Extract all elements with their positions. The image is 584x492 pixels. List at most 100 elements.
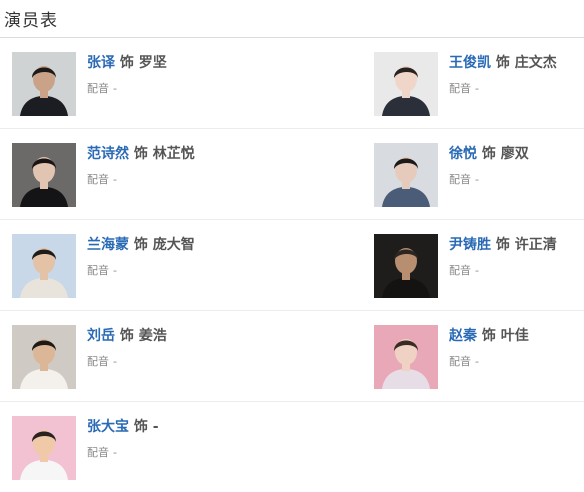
- plays-label: 饰: [119, 328, 134, 344]
- cast-item: 尹铸胜 饰 许正清 配音 -: [362, 220, 584, 310]
- dubbing-value: -: [475, 264, 479, 277]
- actor-role-line: 张大宝 饰 -: [87, 418, 159, 436]
- actor-role-line: 尹铸胜 饰 许正清: [449, 236, 557, 254]
- dubbing-value: -: [113, 82, 117, 95]
- actor-role-line: 刘岳 饰 姜浩: [87, 327, 167, 345]
- dubbing-label: 配音: [449, 82, 471, 95]
- dubbing-line: 配音 -: [87, 171, 195, 187]
- plays-label: 饰: [495, 55, 510, 71]
- dubbing-line: 配音 -: [87, 80, 167, 96]
- dubbing-value: -: [475, 173, 479, 186]
- actor-role-line: 王俊凯 饰 庄文杰: [449, 54, 557, 72]
- cast-row: 张大宝 饰 - 配音 -: [0, 402, 584, 492]
- cast-item: 刘岳 饰 姜浩 配音 -: [0, 311, 292, 401]
- role-name: 廖双: [500, 146, 529, 162]
- actor-portrait-icon: [374, 325, 438, 389]
- actor-role-line: 赵秦 饰 叶佳: [449, 327, 529, 345]
- actor-photo[interactable]: [12, 143, 76, 207]
- role-name: 庞大智: [152, 237, 195, 253]
- cast-list: 张译 饰 罗坚 配音 - 王俊凯 饰 庄文杰 配音 - 范诗然 饰 林芷悦 配音 - 徐悦 饰 廖…: [0, 38, 584, 492]
- plays-label: 饰: [481, 146, 496, 162]
- actor-name-link[interactable]: 范诗然: [87, 146, 129, 162]
- actor-portrait-icon: [12, 325, 76, 389]
- plays-label: 饰: [481, 328, 496, 344]
- cast-info: 张大宝 饰 - 配音 -: [87, 418, 159, 460]
- actor-name-link[interactable]: 尹铸胜: [449, 237, 491, 253]
- dubbing-line: 配音 -: [449, 353, 529, 369]
- plays-label: 饰: [133, 237, 148, 253]
- role-name: 叶佳: [500, 328, 529, 344]
- dubbing-label: 配音: [449, 173, 471, 186]
- section-title: 演员表: [4, 11, 58, 31]
- actor-name-link[interactable]: 赵秦: [449, 328, 477, 344]
- role-name: 庄文杰: [514, 55, 557, 71]
- role-name: -: [152, 419, 159, 435]
- plays-label: 饰: [133, 146, 148, 162]
- dubbing-line: 配音 -: [449, 171, 529, 187]
- cast-info: 兰海蒙 饰 庞大智 配音 -: [87, 236, 195, 278]
- dubbing-value: -: [113, 355, 117, 368]
- actor-photo[interactable]: [12, 325, 76, 389]
- actor-name-link[interactable]: 刘岳: [87, 328, 115, 344]
- actor-photo[interactable]: [374, 52, 438, 116]
- cast-row: 张译 饰 罗坚 配音 - 王俊凯 饰 庄文杰 配音 -: [0, 38, 584, 129]
- dubbing-label: 配音: [87, 355, 109, 368]
- cast-info: 张译 饰 罗坚 配音 -: [87, 54, 167, 96]
- cast-item: 张大宝 饰 - 配音 -: [0, 402, 292, 492]
- actor-role-line: 徐悦 饰 廖双: [449, 145, 529, 163]
- actor-photo[interactable]: [374, 234, 438, 298]
- cast-item: 王俊凯 饰 庄文杰 配音 -: [362, 38, 584, 128]
- actor-portrait-icon: [374, 52, 438, 116]
- actor-role-line: 张译 饰 罗坚: [87, 54, 167, 72]
- dubbing-line: 配音 -: [449, 80, 557, 96]
- dubbing-value: -: [475, 82, 479, 95]
- dubbing-label: 配音: [449, 355, 471, 368]
- actor-name-link[interactable]: 徐悦: [449, 146, 477, 162]
- cast-row: 刘岳 饰 姜浩 配音 - 赵秦 饰 叶佳 配音 -: [0, 311, 584, 402]
- actor-name-link[interactable]: 王俊凯: [449, 55, 491, 71]
- cast-info: 徐悦 饰 廖双 配音 -: [449, 145, 529, 187]
- actor-photo[interactable]: [12, 52, 76, 116]
- cast-row: 范诗然 饰 林芷悦 配音 - 徐悦 饰 廖双 配音 -: [0, 129, 584, 220]
- actor-role-line: 范诗然 饰 林芷悦: [87, 145, 195, 163]
- actor-portrait-icon: [12, 416, 76, 480]
- dubbing-label: 配音: [87, 446, 109, 459]
- dubbing-value: -: [113, 446, 117, 459]
- actor-name-link[interactable]: 张译: [87, 55, 115, 71]
- role-name: 许正清: [514, 237, 557, 253]
- dubbing-line: 配音 -: [87, 262, 195, 278]
- actor-role-line: 兰海蒙 饰 庞大智: [87, 236, 195, 254]
- dubbing-line: 配音 -: [87, 353, 167, 369]
- dubbing-label: 配音: [449, 264, 471, 277]
- actor-portrait-icon: [12, 52, 76, 116]
- actor-photo[interactable]: [12, 416, 76, 480]
- cast-item: 赵秦 饰 叶佳 配音 -: [362, 311, 584, 401]
- dubbing-line: 配音 -: [449, 262, 557, 278]
- plays-label: 饰: [119, 55, 134, 71]
- actor-name-link[interactable]: 兰海蒙: [87, 237, 129, 253]
- dubbing-label: 配音: [87, 173, 109, 186]
- cast-info: 王俊凯 饰 庄文杰 配音 -: [449, 54, 557, 96]
- cast-info: 刘岳 饰 姜浩 配音 -: [87, 327, 167, 369]
- dubbing-label: 配音: [87, 264, 109, 277]
- dubbing-label: 配音: [87, 82, 109, 95]
- actor-portrait-icon: [374, 143, 438, 207]
- dubbing-value: -: [113, 264, 117, 277]
- cast-item: 范诗然 饰 林芷悦 配音 -: [0, 129, 292, 219]
- actor-photo[interactable]: [12, 234, 76, 298]
- role-name: 姜浩: [138, 328, 167, 344]
- cast-item: 兰海蒙 饰 庞大智 配音 -: [0, 220, 292, 310]
- actor-photo[interactable]: [374, 325, 438, 389]
- dubbing-value: -: [113, 173, 117, 186]
- dubbing-line: 配音 -: [87, 444, 159, 460]
- role-name: 林芷悦: [152, 146, 195, 162]
- actor-name-link[interactable]: 张大宝: [87, 419, 129, 435]
- plays-label: 饰: [495, 237, 510, 253]
- actor-portrait-icon: [374, 234, 438, 298]
- cast-info: 尹铸胜 饰 许正清 配音 -: [449, 236, 557, 278]
- actor-portrait-icon: [12, 234, 76, 298]
- actor-photo[interactable]: [374, 143, 438, 207]
- cast-row: 兰海蒙 饰 庞大智 配音 - 尹铸胜 饰 许正清 配音 -: [0, 220, 584, 311]
- cast-item: 徐悦 饰 廖双 配音 -: [362, 129, 584, 219]
- role-name: 罗坚: [138, 55, 167, 71]
